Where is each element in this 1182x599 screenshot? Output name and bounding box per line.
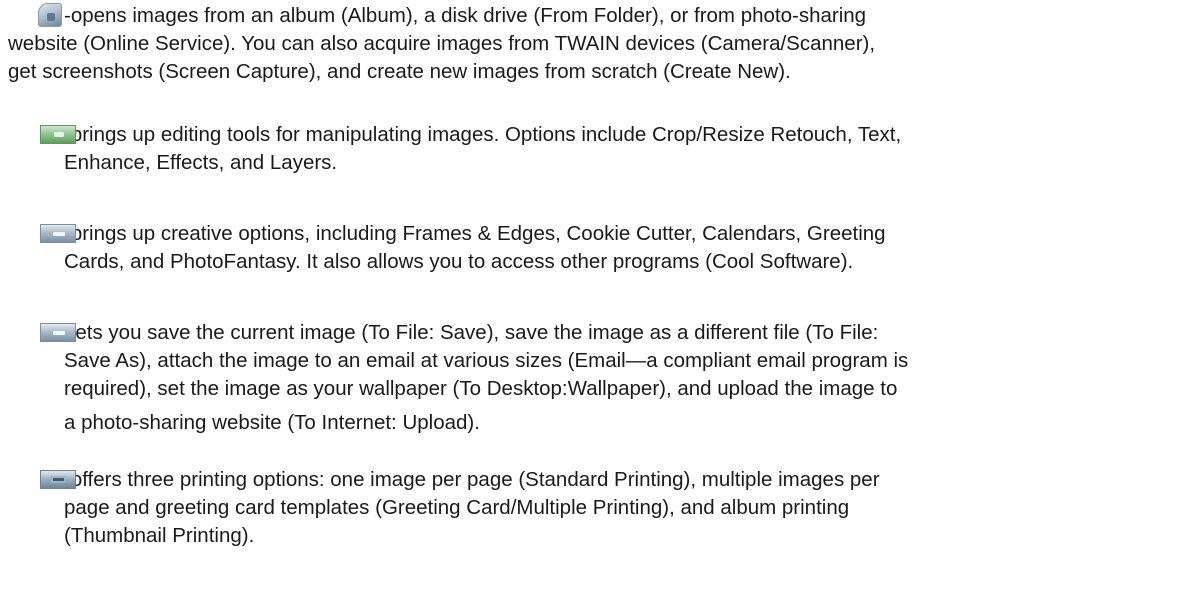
- icon-slot: [8, 121, 76, 149]
- paragraph-text: -brings up editing tools for manipulatin…: [64, 123, 902, 146]
- paragraph-line: get screenshots (Screen Capture), and cr…: [8, 60, 791, 83]
- paragraph-text: -brings up creative options, including F…: [64, 222, 886, 245]
- edit-icon: [40, 125, 76, 144]
- print-icon: [40, 470, 76, 489]
- paragraph-line: Enhance, Effects, and Layers.: [64, 151, 338, 174]
- paragraph-edit: -brings up editing tools for manipulatin…: [8, 121, 1168, 177]
- paragraph-line: website (Online Service). You can also a…: [8, 32, 876, 55]
- paragraph-line: Cards, and PhotoFantasy. It also allows …: [64, 250, 854, 273]
- share-icon: [40, 323, 76, 342]
- paragraph-line: -lets you save the current image (To Fil…: [8, 319, 1168, 347]
- icon-slot: [8, 319, 76, 347]
- paragraph-print: -offers three printing options: one imag…: [8, 466, 1168, 550]
- paragraph-text: -lets you save the current image (To Fil…: [64, 321, 879, 344]
- icon-slot: [8, 2, 64, 30]
- paragraph-album: -opens images from an album (Album), a d…: [8, 2, 1168, 86]
- paragraph-line: (Thumbnail Printing).: [64, 524, 255, 547]
- paragraph-line: -opens images from an album (Album), a d…: [8, 2, 1168, 30]
- paragraph-line: -brings up editing tools for manipulatin…: [8, 121, 1168, 149]
- icon-slot: [8, 466, 76, 494]
- paragraph-line: a photo-sharing website (To Internet: Up…: [64, 411, 480, 434]
- paragraph-create: -brings up creative options, including F…: [8, 220, 1168, 276]
- paragraph-share: -lets you save the current image (To Fil…: [8, 319, 1168, 437]
- paragraph-line: -offers three printing options: one imag…: [8, 466, 1168, 494]
- paragraph-line: required), set the image as your wallpap…: [64, 377, 898, 400]
- icon-slot: [8, 220, 76, 248]
- album-icon: [38, 3, 62, 27]
- create-icon: [40, 224, 76, 243]
- paragraph-text: -offers three printing options: one imag…: [64, 468, 880, 491]
- paragraph-line: Save As), attach the image to an email a…: [64, 349, 909, 372]
- paragraph-line: page and greeting card templates (Greeti…: [64, 496, 850, 519]
- paragraph-text: -opens images from an album (Album), a d…: [64, 4, 867, 27]
- paragraph-line: -brings up creative options, including F…: [8, 220, 1168, 248]
